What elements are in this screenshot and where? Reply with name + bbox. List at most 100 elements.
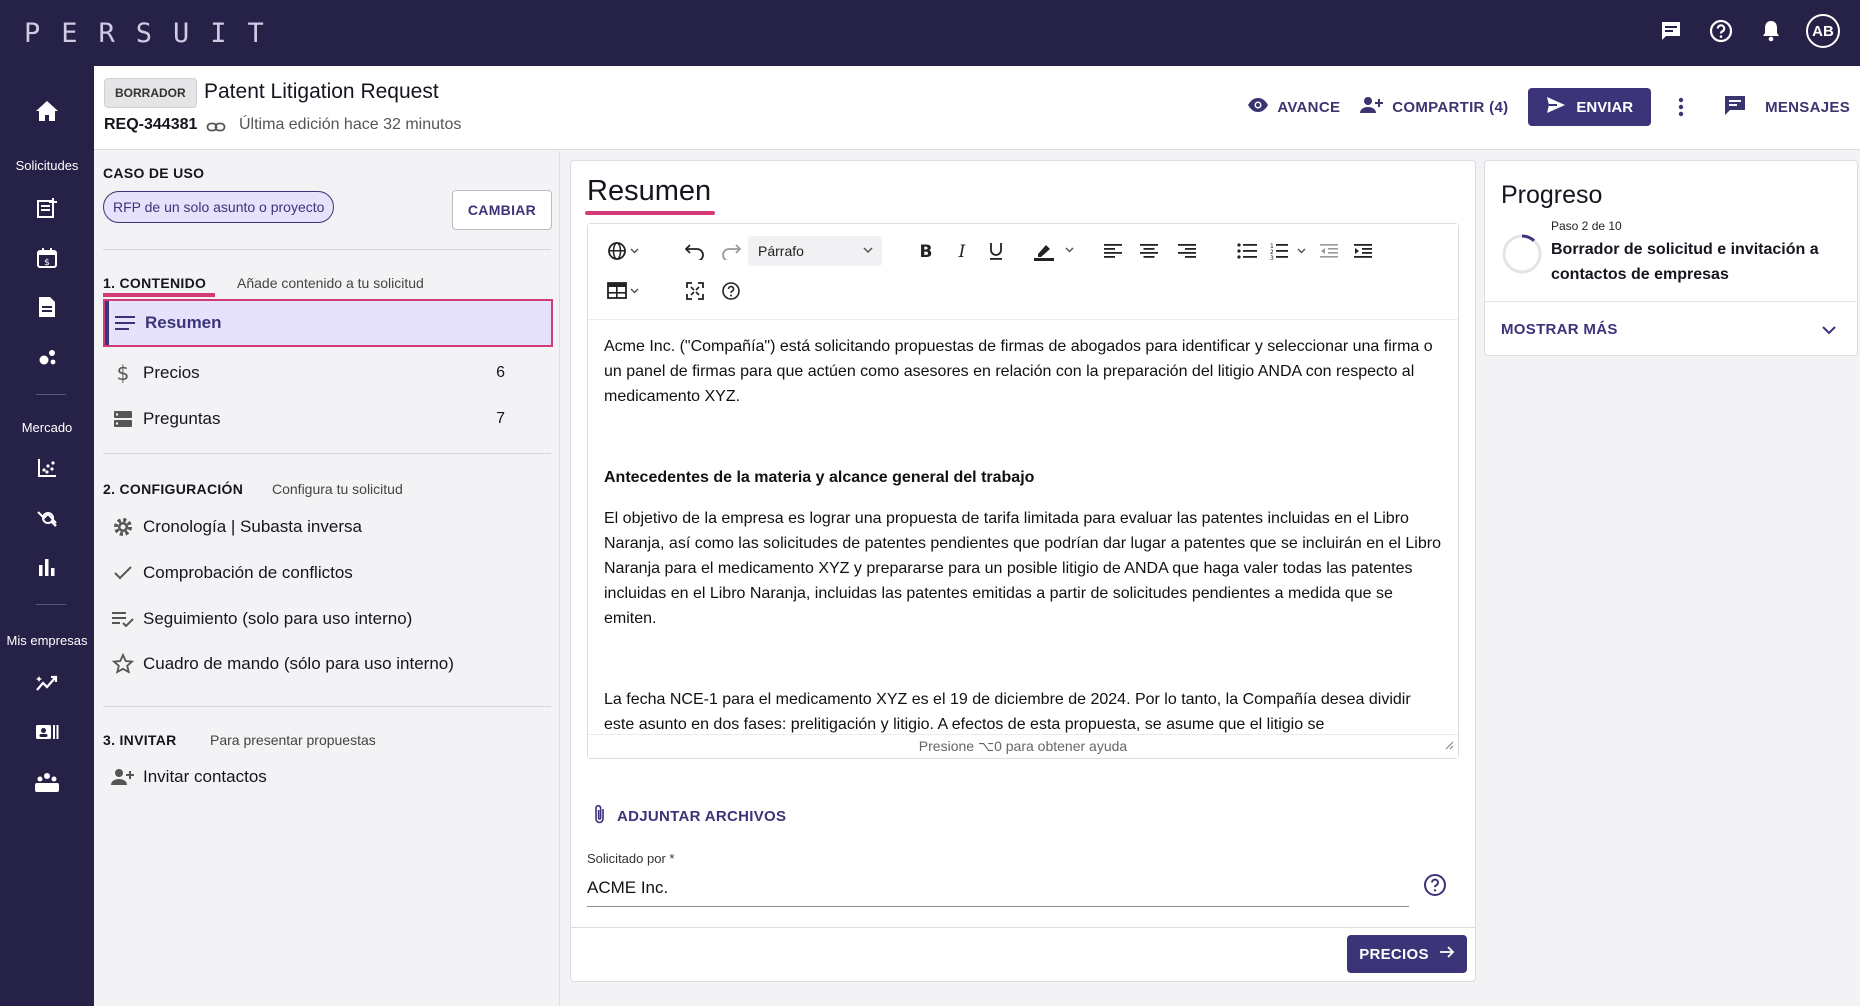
- messages-label: MENSAJES: [1765, 98, 1850, 116]
- send-button[interactable]: ENVIAR: [1528, 88, 1652, 126]
- language-icon[interactable]: [604, 236, 644, 266]
- page-title: Patent Litigation Request: [204, 80, 439, 103]
- svg-text:$: $: [117, 362, 130, 384]
- summary-card: Resumen Párrafo B I 1 2 3 Acme Inc. ("Co…: [570, 160, 1476, 982]
- align-center-icon[interactable]: [1136, 236, 1162, 266]
- help-icon[interactable]: [718, 276, 744, 306]
- nav-item-label: Resumen: [145, 313, 222, 332]
- top-icons: AB: [1656, 14, 1840, 48]
- calendar-icon[interactable]: $: [0, 241, 94, 275]
- dollar-icon: $: [103, 362, 143, 384]
- redo-icon[interactable]: [718, 236, 744, 266]
- nav-item-preguntas[interactable]: Preguntas 7: [103, 397, 553, 441]
- table-icon[interactable]: [604, 276, 644, 306]
- nav-item-seguimiento[interactable]: Seguimiento (solo para uso interno): [103, 597, 553, 641]
- bullet-list-icon[interactable]: [1234, 236, 1260, 266]
- title-underline: [585, 211, 715, 215]
- request-id: REQ-344381: [104, 116, 198, 133]
- paragraph: El objetivo de la empresa es lograr una …: [604, 510, 1441, 627]
- paragraph-style-select[interactable]: Párrafo: [748, 236, 882, 266]
- section-content-label: 1. CONTENIDO: [103, 275, 207, 291]
- svg-text:$: $: [44, 258, 50, 268]
- section-invite-label: 3. INVITAR: [103, 732, 177, 748]
- content-heading: Antecedentes de la materia y alcance gen…: [604, 469, 1035, 486]
- nav-item-label: Cuadro de mando (sólo para uso interno): [143, 654, 454, 673]
- align-left-icon[interactable]: [1100, 236, 1126, 266]
- divider: [571, 927, 1475, 928]
- nav-item-resumen[interactable]: Resumen: [103, 299, 553, 347]
- show-more-button[interactable]: MOSTRAR MÁS: [1501, 321, 1618, 338]
- rail-divider: [36, 394, 66, 395]
- editor-content[interactable]: Acme Inc. ("Compañía") está solicitando …: [604, 334, 1444, 734]
- market-search-icon[interactable]: [0, 500, 94, 534]
- nav-item-cuadro-mando[interactable]: Cuadro de mando (sólo para uso interno): [103, 642, 553, 686]
- home-icon[interactable]: [0, 94, 94, 128]
- bold-icon[interactable]: B: [914, 236, 938, 266]
- paragraph: La fecha NCE-1 para el medicamento XYZ e…: [604, 691, 1411, 733]
- attach-files-button[interactable]: ADJUNTAR ARCHIVOS: [593, 803, 786, 829]
- editor-help-hint: Presione ⌥0 para obtener ayuda: [588, 734, 1458, 758]
- nav-item-label: Preguntas: [143, 409, 221, 428]
- requested-by-field[interactable]: ACME Inc.: [587, 873, 1409, 907]
- divider: [103, 453, 551, 454]
- document-icon[interactable]: [0, 290, 94, 324]
- team-icon[interactable]: [0, 765, 94, 799]
- lines-icon: [105, 315, 145, 331]
- bar-chart-icon[interactable]: [0, 550, 94, 584]
- bell-icon[interactable]: [1756, 16, 1786, 46]
- next-precios-button[interactable]: PRECIOS: [1347, 935, 1467, 973]
- section-invite-hint: Para presentar propuestas: [210, 732, 376, 748]
- svg-text:B: B: [920, 242, 933, 260]
- rail-section-mercado: Mercado: [21, 420, 73, 435]
- header-actions: AVANCE COMPARTIR (4) ENVIAR MENSAJES: [1247, 88, 1850, 126]
- change-button[interactable]: CAMBIAR: [452, 190, 552, 230]
- use-case-label: CASO DE USO: [103, 165, 205, 181]
- undo-icon[interactable]: [682, 236, 708, 266]
- nav-item-conflictos[interactable]: Comprobación de conflictos: [103, 551, 553, 595]
- add-person-icon: [103, 768, 143, 786]
- help-hint-text: Presione ⌥0 para obtener ayuda: [918, 738, 1128, 754]
- more-options-icon[interactable]: [1671, 97, 1691, 117]
- app-logo[interactable]: PERSUIT: [24, 18, 285, 49]
- avatar[interactable]: AB: [1806, 14, 1840, 48]
- nav-item-cronologia[interactable]: Cronología | Subasta inversa: [103, 505, 553, 549]
- progress-description: Borrador de solicitud e invitación a con…: [1551, 241, 1819, 283]
- nav-item-precios[interactable]: $ Precios 6: [103, 351, 553, 395]
- help-icon[interactable]: [1706, 16, 1736, 46]
- help-icon[interactable]: [1423, 873, 1447, 902]
- numbered-list-icon[interactable]: 123: [1268, 236, 1312, 266]
- divider: [103, 249, 551, 250]
- align-right-icon[interactable]: [1174, 236, 1200, 266]
- trend-icon[interactable]: [0, 666, 94, 700]
- link-icon[interactable]: [206, 118, 226, 141]
- paperclip-icon: [593, 803, 607, 829]
- svg-text:I: I: [958, 242, 966, 260]
- messages-button[interactable]: MENSAJES: [1723, 94, 1850, 120]
- paragraph-style-value: Párrafo: [758, 243, 804, 259]
- indent-icon[interactable]: [1350, 236, 1376, 266]
- section-content-hint: Añade contenido a tu solicitud: [237, 275, 424, 291]
- underline-icon[interactable]: [984, 236, 1008, 266]
- contact-card-icon[interactable]: [0, 715, 94, 749]
- new-request-icon[interactable]: [0, 191, 94, 225]
- rich-text-editor[interactable]: Párrafo B I 1 2 3 Acme Inc. ("Compañía")…: [587, 223, 1459, 759]
- fullscreen-icon[interactable]: [682, 276, 708, 306]
- chat-icon[interactable]: [1656, 16, 1686, 46]
- network-icon[interactable]: [0, 340, 94, 374]
- item-count: 6: [496, 364, 505, 381]
- highlight-icon[interactable]: [1030, 236, 1078, 266]
- share-button[interactable]: COMPARTIR (4): [1360, 96, 1508, 118]
- chevron-down-icon[interactable]: [1821, 321, 1837, 344]
- scatter-chart-icon[interactable]: [0, 451, 94, 485]
- outdent-icon[interactable]: [1316, 236, 1342, 266]
- nav-item-invitar[interactable]: Invitar contactos: [103, 755, 553, 799]
- preview-button[interactable]: AVANCE: [1247, 97, 1340, 117]
- italic-icon[interactable]: I: [950, 236, 974, 266]
- gear-icon: [103, 516, 143, 538]
- chat-icon: [1723, 94, 1747, 120]
- editor-toolbar: Párrafo B I 1 2 3: [588, 224, 1458, 320]
- resize-handle-icon[interactable]: [1444, 734, 1454, 756]
- requested-by-label: Solicitado por *: [587, 851, 675, 866]
